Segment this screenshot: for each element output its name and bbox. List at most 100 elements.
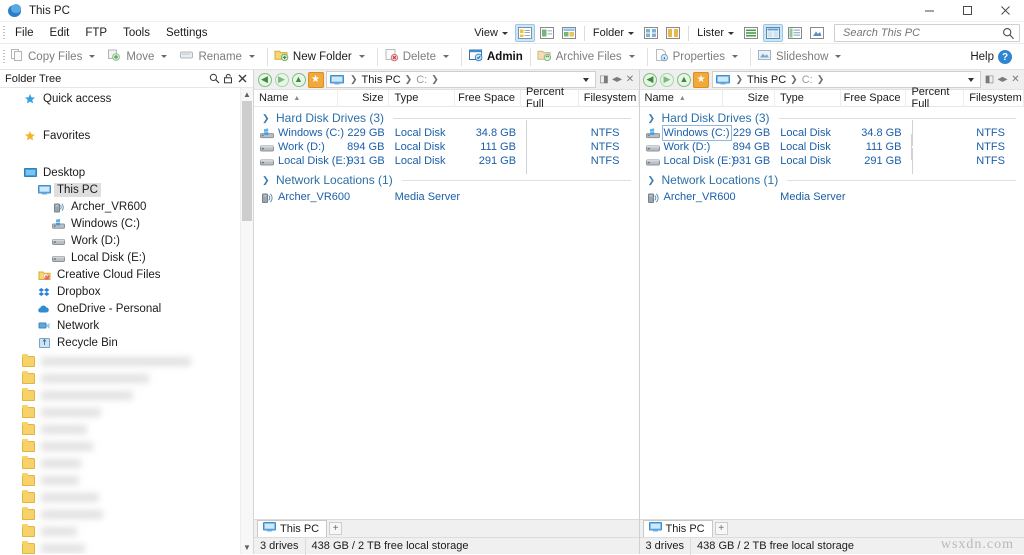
move-button[interactable]: Move: [104, 46, 176, 68]
swap-icon[interactable]: ◂▸: [996, 72, 1009, 88]
favorites-button[interactable]: ★: [693, 71, 710, 88]
scrollbar-thumb[interactable]: [242, 101, 252, 221]
column-header-name[interactable]: Name▲: [254, 90, 338, 107]
chevron-down-icon[interactable]: ❯: [262, 175, 271, 186]
chevron-down-icon[interactable]: [968, 78, 974, 82]
table-row[interactable]: Windows (C:) 229 GB Local Disk 34.8 GB N…: [640, 126, 1024, 140]
view-mode-details-button[interactable]: [515, 24, 535, 42]
group-header-network-locations[interactable]: ❯ Network Locations (1): [254, 172, 639, 188]
forward-button[interactable]: ▶: [659, 71, 676, 88]
column-header-free-space[interactable]: Free Space: [455, 90, 521, 107]
split-icon[interactable]: ◨: [598, 72, 611, 88]
folder-mode-large-button[interactable]: [663, 24, 683, 42]
chevron-down-icon[interactable]: [583, 78, 589, 82]
list-item[interactable]: [0, 353, 253, 370]
lister-dual-vertical-button[interactable]: [763, 24, 783, 42]
view-mode-thumbnails-button[interactable]: [559, 24, 579, 42]
view-dropdown[interactable]: View: [470, 27, 514, 39]
breadcrumb-item-c[interactable]: C:: [801, 74, 814, 86]
column-header-filesystem[interactable]: Filesystem: [964, 90, 1024, 107]
lister-dual-horizontal-button[interactable]: [785, 24, 805, 42]
lister-single-button[interactable]: [741, 24, 761, 42]
list-item[interactable]: [0, 455, 253, 472]
breadcrumb-item-this-pc[interactable]: This PC: [746, 74, 787, 86]
tree-item-favorites[interactable]: Favorites: [0, 127, 253, 144]
chevron-down-icon[interactable]: [443, 55, 449, 58]
up-button[interactable]: ▲: [290, 71, 307, 88]
tree-item-onedrive-personal[interactable]: OneDrive - Personal: [0, 300, 253, 317]
group-header-hard-disk-drives[interactable]: ❯ Hard Disk Drives (3): [254, 110, 639, 126]
chevron-down-icon[interactable]: [249, 55, 255, 58]
chevron-down-icon[interactable]: [89, 55, 95, 58]
lister-dropdown[interactable]: Lister: [693, 27, 740, 39]
column-header-filesystem[interactable]: Filesystem: [579, 90, 639, 107]
chevron-down-icon[interactable]: ❯: [262, 113, 271, 124]
admin-button[interactable]: Admin: [465, 46, 527, 68]
search-box[interactable]: [834, 24, 1020, 42]
menu-ftp[interactable]: FTP: [77, 25, 115, 41]
view-mode-tiles-button[interactable]: [537, 24, 557, 42]
delete-button[interactable]: Delete: [381, 46, 458, 68]
chevron-down-icon[interactable]: ❯: [648, 113, 657, 124]
table-row[interactable]: Windows (C:) 229 GB Local Disk 34.8 GB N…: [254, 126, 639, 140]
split-icon[interactable]: ◧: [983, 72, 996, 88]
scroll-down-icon[interactable]: ▼: [241, 541, 253, 554]
folder-mode-grid-button[interactable]: [641, 24, 661, 42]
list-item[interactable]: [0, 540, 253, 554]
up-button[interactable]: ▲: [676, 71, 693, 88]
tree-item-dropbox[interactable]: Dropbox: [0, 283, 253, 300]
list-item[interactable]: [0, 489, 253, 506]
group-header-network-locations[interactable]: ❯ Network Locations (1): [640, 172, 1024, 188]
menu-file[interactable]: File: [7, 25, 42, 41]
file-list[interactable]: ❯ Hard Disk Drives (3) Windows (C:) 229 …: [254, 107, 639, 519]
tree-item-desktop[interactable]: Desktop: [0, 164, 253, 181]
tree-item-archer-vr600[interactable]: Archer_VR600: [0, 198, 253, 215]
folder-dropdown[interactable]: Folder: [589, 27, 640, 39]
list-item[interactable]: [0, 438, 253, 455]
close-icon[interactable]: ✕: [624, 72, 637, 88]
archive-files-button[interactable]: Archive Files: [534, 46, 644, 68]
group-header-hard-disk-drives[interactable]: ❯ Hard Disk Drives (3): [640, 110, 1024, 126]
column-header-type[interactable]: Type: [389, 90, 455, 107]
list-item[interactable]: [0, 506, 253, 523]
minimize-button[interactable]: [910, 0, 948, 22]
back-button[interactable]: ◀: [642, 71, 659, 88]
breadcrumb-item-c[interactable]: C:: [415, 74, 428, 86]
list-item[interactable]: [0, 387, 253, 404]
tree-item-work-d[interactable]: Work (D:): [0, 232, 253, 249]
new-tab-button[interactable]: +: [715, 522, 728, 535]
chevron-down-icon[interactable]: [359, 55, 365, 58]
list-item[interactable]: [0, 421, 253, 438]
column-header-size[interactable]: Size: [338, 90, 390, 107]
tree-item-recycle-bin[interactable]: Recycle Bin: [0, 334, 253, 351]
favorites-button[interactable]: ★: [307, 71, 324, 88]
tree-item-quick-access[interactable]: Quick access: [0, 90, 253, 107]
new-folder-button[interactable]: New Folder: [271, 46, 374, 68]
column-header-percent-full[interactable]: Percent Full: [906, 90, 964, 107]
table-row[interactable]: Local Disk (E:) 931 GB Local Disk 291 GB…: [640, 154, 1024, 168]
tree-item-windows-c[interactable]: Windows (C:): [0, 215, 253, 232]
menu-tools[interactable]: Tools: [115, 25, 158, 41]
unlock-icon[interactable]: [221, 72, 235, 86]
menu-gripper[interactable]: [0, 22, 7, 44]
chevron-down-icon[interactable]: ❯: [648, 175, 657, 186]
search-input[interactable]: [841, 26, 1002, 40]
column-header-free-space[interactable]: Free Space: [841, 90, 907, 107]
table-row[interactable]: Local Disk (E:) 931 GB Local Disk 291 GB…: [254, 154, 639, 168]
maximize-button[interactable]: [948, 0, 986, 22]
column-header-size[interactable]: Size: [723, 90, 775, 107]
forward-button[interactable]: ▶: [273, 71, 290, 88]
help-button[interactable]: Help ?: [970, 44, 1016, 70]
toolbar-gripper[interactable]: [0, 46, 7, 68]
search-icon[interactable]: [207, 72, 221, 86]
tree-item-creative-cloud-files[interactable]: Creative Cloud Files: [0, 266, 253, 283]
menu-edit[interactable]: Edit: [42, 25, 78, 41]
close-icon[interactable]: [235, 72, 249, 86]
table-row[interactable]: Archer_VR600 Media Server: [254, 190, 639, 204]
slideshow-button[interactable]: Slideshow: [754, 46, 850, 68]
table-row[interactable]: Work (D:) 894 GB Local Disk 111 GB NTFS: [254, 140, 639, 154]
swap-icon[interactable]: ◂▸: [611, 72, 624, 88]
tab-this-pc[interactable]: This PC: [643, 520, 713, 537]
copy-files-button[interactable]: Copy Files: [7, 46, 104, 68]
column-header-type[interactable]: Type: [775, 90, 841, 107]
